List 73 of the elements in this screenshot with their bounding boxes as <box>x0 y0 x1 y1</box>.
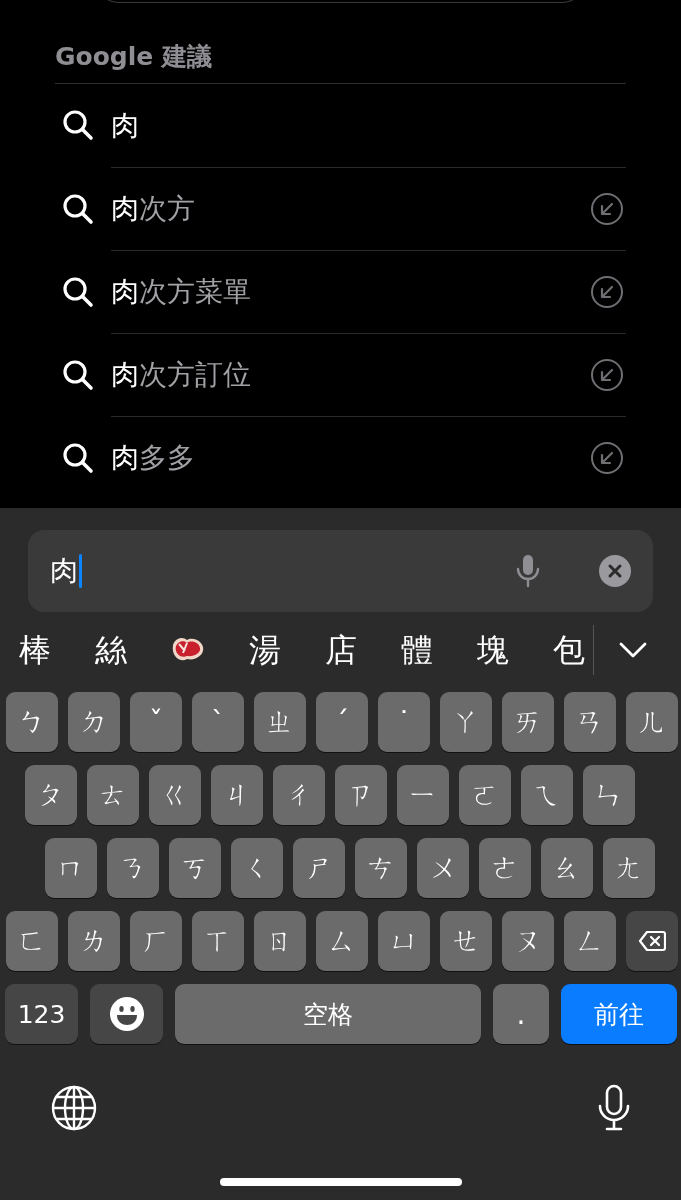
key[interactable]: ㄖ <box>254 911 306 971</box>
key[interactable]: ㄈ <box>6 911 58 971</box>
key[interactable]: . <box>493 984 549 1044</box>
candidate-word[interactable]: 湯 <box>249 630 285 670</box>
key[interactable]: ㄔ <box>273 765 325 825</box>
input-field[interactable]: 肉 <box>28 530 653 612</box>
suggestion-item[interactable]: 肉多多 <box>111 416 626 499</box>
candidate-word[interactable]: 包 <box>553 630 589 670</box>
key[interactable]: ㄧ <box>397 765 449 825</box>
suggestion-item[interactable]: 肉次方菜單 <box>111 250 626 333</box>
key[interactable]: ˊ <box>316 692 368 752</box>
delete-key[interactable] <box>626 911 678 971</box>
key[interactable]: ㄦ <box>626 692 678 752</box>
key[interactable]: ㄝ <box>440 911 492 971</box>
search-icon <box>61 108 95 142</box>
candidate-word[interactable]: 體 <box>401 630 437 670</box>
suggestion-item[interactable]: 肉次方 <box>111 167 626 250</box>
search-icon <box>61 192 95 226</box>
key[interactable]: ㄗ <box>335 765 387 825</box>
key[interactable]: ㄎ <box>169 838 221 898</box>
section-header: Google 建議 <box>55 45 626 84</box>
key[interactable]: ㄥ <box>564 911 616 971</box>
search-icon <box>61 358 95 392</box>
microphone-icon[interactable] <box>597 1084 631 1132</box>
key[interactable]: ㄤ <box>603 838 655 898</box>
candidate-word[interactable]: 絲 <box>95 630 131 670</box>
candidate-word[interactable]: 棒 <box>19 630 55 670</box>
key[interactable]: ㄆ <box>25 765 77 825</box>
key[interactable]: ˙ <box>378 692 430 752</box>
key[interactable]: ㄒ <box>192 911 244 971</box>
key[interactable]: ㄅ <box>6 692 58 752</box>
key[interactable]: ˇ <box>130 692 182 752</box>
space-bar[interactable]: 空格 <box>175 984 481 1044</box>
key[interactable]: ㄑ <box>231 838 283 898</box>
key[interactable]: ㄓ <box>254 692 306 752</box>
key[interactable]: ㄟ <box>521 765 573 825</box>
key[interactable]: ㄌ <box>68 911 120 971</box>
key[interactable]: ㄨ <box>417 838 469 898</box>
key[interactable]: ㄇ <box>45 838 97 898</box>
key[interactable]: ㄣ <box>583 765 635 825</box>
delete-icon <box>638 930 666 952</box>
key[interactable]: ㄐ <box>211 765 263 825</box>
key[interactable]: ㄘ <box>355 838 407 898</box>
smiley-icon <box>108 996 145 1032</box>
key[interactable]: ㄠ <box>541 838 593 898</box>
key[interactable]: ㄡ <box>502 911 554 971</box>
key[interactable]: ㄜ <box>479 838 531 898</box>
search-icon <box>61 275 95 309</box>
candidate-word[interactable]: 店 <box>325 630 361 670</box>
key[interactable]: ㄛ <box>459 765 511 825</box>
candidate-word[interactable]: 塊 <box>477 630 513 670</box>
suggestion-item[interactable]: 肉次方訂位 <box>111 333 626 416</box>
key[interactable]: ㄢ <box>564 692 616 752</box>
emoji-key[interactable] <box>90 984 163 1044</box>
key[interactable]: ㄩ <box>378 911 430 971</box>
numbers-key[interactable]: 123 <box>5 984 78 1044</box>
globe-icon[interactable] <box>50 1084 98 1132</box>
text-cursor <box>79 554 82 588</box>
key[interactable]: ㄕ <box>293 838 345 898</box>
suggestion-item[interactable]: 肉 <box>111 84 626 167</box>
go-button[interactable]: 前往 <box>561 984 677 1044</box>
key[interactable]: ㄍ <box>149 765 201 825</box>
key[interactable]: ㄊ <box>87 765 139 825</box>
key[interactable]: ㄚ <box>440 692 492 752</box>
chevron-down-icon[interactable] <box>618 641 648 659</box>
key[interactable]: ˋ <box>192 692 244 752</box>
key[interactable]: ㄋ <box>107 838 159 898</box>
search-icon <box>61 441 95 475</box>
key[interactable]: ㄏ <box>130 911 182 971</box>
key[interactable]: ㄉ <box>68 692 120 752</box>
key[interactable]: ㄞ <box>502 692 554 752</box>
key[interactable]: ㄙ <box>316 911 368 971</box>
clear-icon[interactable] <box>599 555 631 587</box>
